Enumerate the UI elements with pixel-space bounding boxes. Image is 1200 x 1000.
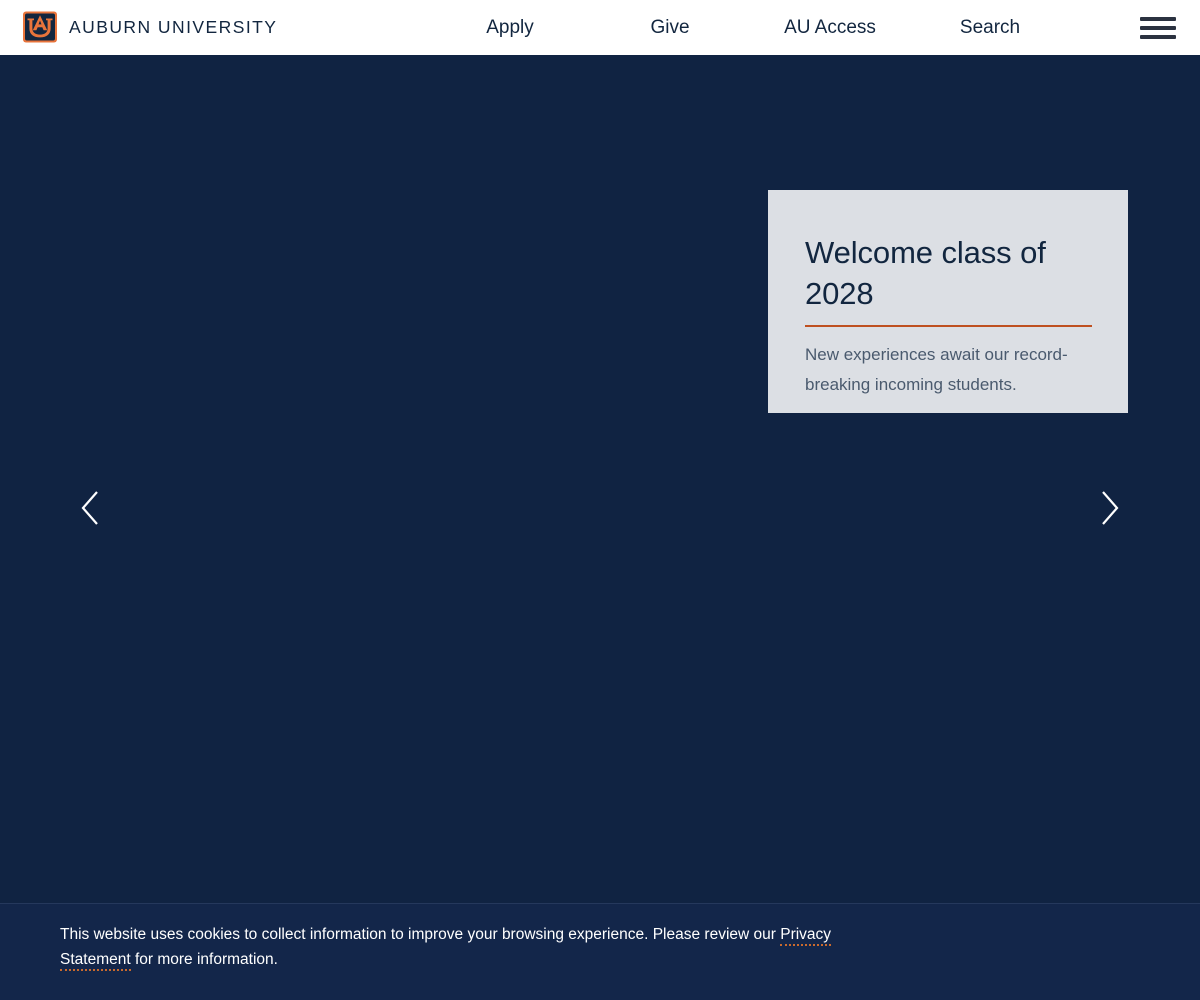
hamburger-bar (1140, 17, 1176, 21)
cookie-consent-banner: This website uses cookies to collect inf… (0, 903, 1200, 1000)
hero-slide-card: Welcome class of 2028 New experiences aw… (768, 190, 1128, 413)
hamburger-bar (1140, 35, 1176, 39)
cookie-text-lead: This website uses cookies to collect inf… (60, 926, 781, 943)
brand-wordmark: AUBURN UNIVERSITY (69, 17, 278, 37)
chevron-left-icon (81, 491, 98, 525)
brand-home-link[interactable]: AUBURN UNIVERSITY (22, 0, 277, 55)
hero-heading: Welcome class of 2028 (805, 235, 1046, 311)
site-header: AUBURN UNIVERSITY Apply Give AU Access S… (0, 0, 1200, 55)
hero-subtext: New experiences await our record-breakin… (805, 345, 1068, 394)
cookie-consent-text: This website uses cookies to collect inf… (60, 922, 860, 972)
hamburger-menu-icon[interactable] (1138, 13, 1178, 43)
hero-carousel: Welcome class of 2028 New experiences aw… (0, 55, 1200, 903)
cookie-text-tail: for more information. (130, 951, 278, 968)
nav-link-au-access[interactable]: AU Access (750, 17, 910, 39)
hamburger-bar (1140, 26, 1176, 30)
nav-link-apply[interactable]: Apply (430, 17, 590, 39)
carousel-prev-button[interactable] (62, 480, 118, 536)
hero-divider-rule (805, 325, 1092, 327)
nav-link-give[interactable]: Give (590, 17, 750, 39)
nav-link-search[interactable]: Search (910, 17, 1070, 39)
page-root: AUBURN UNIVERSITY Apply Give AU Access S… (0, 0, 1200, 1000)
au-shield-logo-icon (23, 11, 57, 43)
primary-navigation: Apply Give AU Access Search (430, 0, 1070, 55)
carousel-next-button[interactable] (1082, 480, 1138, 536)
chevron-right-icon (1102, 491, 1119, 525)
